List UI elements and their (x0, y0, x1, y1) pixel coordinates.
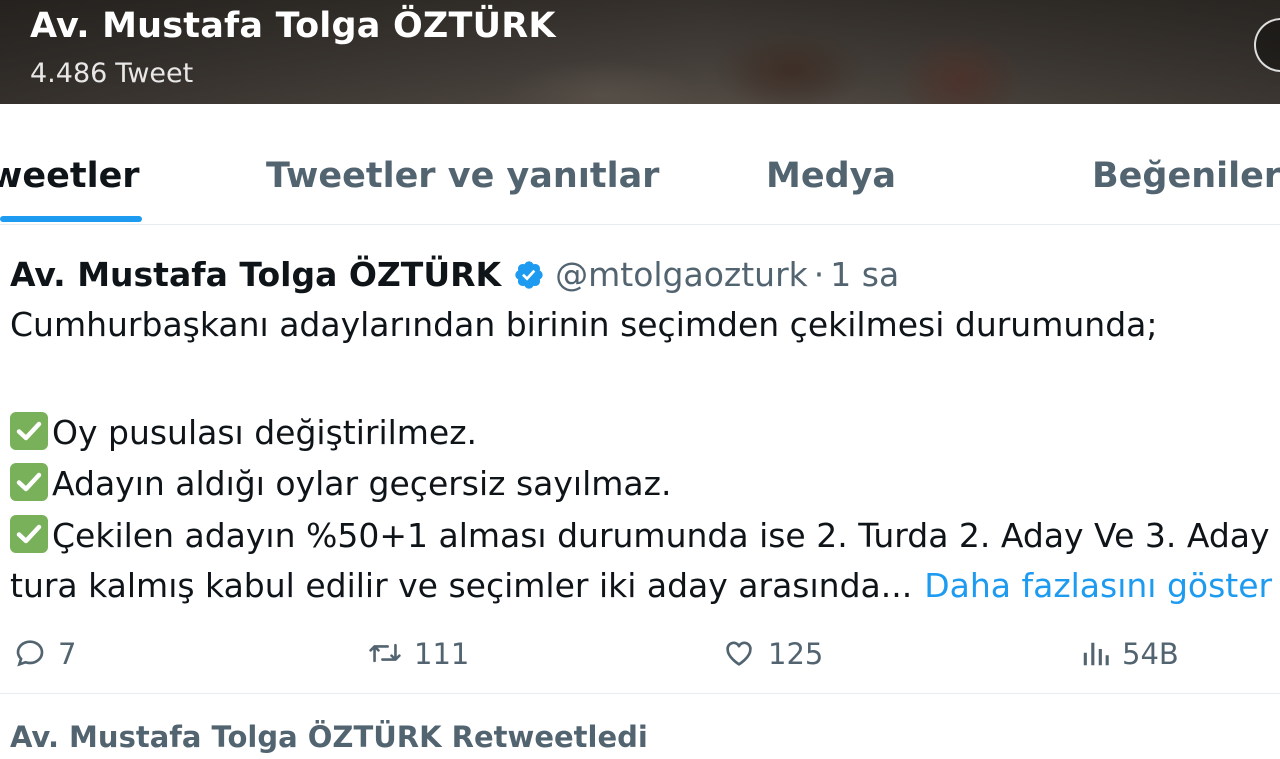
tab-tweets-and-replies[interactable]: Tweetler ve yanıtlar (266, 156, 659, 196)
truncated-text: tura kalmış kabul edilir ve seçimler iki… (10, 566, 913, 605)
tweet-card[interactable]: Av. Mustafa Tolga ÖZTÜRK @mtolgaozturk · 1… (0, 225, 1280, 694)
check-mark-button-icon (10, 412, 48, 450)
bullet-text: Oy pusulası değiştirilmez. (52, 413, 478, 452)
tab-label: Tweetler (0, 156, 140, 196)
view-count: 54B (1122, 637, 1179, 671)
tweet-text-line: Cumhurbaşkanı adaylarından birinin seçim… (10, 305, 1158, 344)
retweet-button[interactable]: 111 (368, 637, 469, 671)
tweet-timestamp[interactable]: 1 sa (830, 255, 899, 294)
tweet-bullet-line: Oy pusulası değiştirilmez. (10, 412, 477, 452)
tweet-bullet-line: Çekilen adayın %50+1 alması durumunda is… (10, 515, 1270, 555)
profile-header-banner: Av. Mustafa Tolga ÖZTÜRK 4.486 Tweet (0, 0, 1280, 104)
tweet-count-value: 4.486 (30, 58, 108, 89)
check-mark-button-icon (10, 515, 48, 553)
retweet-notice: Av. Mustafa Tolga ÖZTÜRK Retweetledi (10, 720, 648, 754)
tab-likes[interactable]: Beğeniler (1092, 156, 1280, 196)
tweet-header: Av. Mustafa Tolga ÖZTÜRK @mtolgaozturk · 1… (10, 253, 899, 294)
heart-icon (726, 641, 752, 666)
verified-badge-icon (515, 260, 543, 289)
tweet-actions: 7 111 125 54B (0, 631, 1280, 681)
tweet-bullet-line: Adayın aldığı oylar geçersiz sayılmaz. (10, 463, 671, 503)
tweet-author-name[interactable]: Av. Mustafa Tolga ÖZTÜRK (10, 255, 501, 294)
tab-tweets[interactable]: Tweetler (0, 156, 142, 222)
reply-icon (16, 640, 44, 667)
bullet-text: Adayın aldığı oylar geçersiz sayılmaz. (52, 464, 672, 503)
retweet-icon (369, 643, 401, 663)
tweet-author-handle[interactable]: @mtolgaozturk (555, 255, 808, 294)
views-button[interactable]: 54B (1080, 637, 1179, 671)
like-button[interactable]: 125 (722, 637, 823, 671)
reply-button[interactable]: 7 (14, 637, 76, 671)
bullet-text: Çekilen adayın %50+1 alması durumunda is… (52, 516, 1270, 555)
tweet-count: 4.486 Tweet (30, 58, 193, 89)
show-more-link[interactable]: Daha fazlasını göster (924, 566, 1272, 605)
reply-count: 7 (58, 637, 77, 671)
like-count: 125 (768, 637, 824, 671)
check-mark-button-icon (10, 463, 48, 501)
tweet-text-line: tura kalmış kabul edilir ve seçimler iki… (10, 566, 1272, 605)
profile-tabs: Tweetler Tweetler ve yanıtlar Medya Beğe… (0, 104, 1280, 225)
tweet-count-label: Tweet (115, 58, 194, 89)
retweet-count: 111 (414, 637, 470, 671)
meta-separator: · (813, 255, 825, 294)
analytics-icon (1083, 642, 1109, 666)
active-tab-indicator (0, 216, 142, 222)
tab-media[interactable]: Medya (766, 156, 896, 196)
profile-page: Av. Mustafa Tolga ÖZTÜRK 4.486Tweet Twee… (0, 0, 1280, 759)
profile-name: Av. Mustafa Tolga ÖZTÜRK (30, 6, 556, 46)
